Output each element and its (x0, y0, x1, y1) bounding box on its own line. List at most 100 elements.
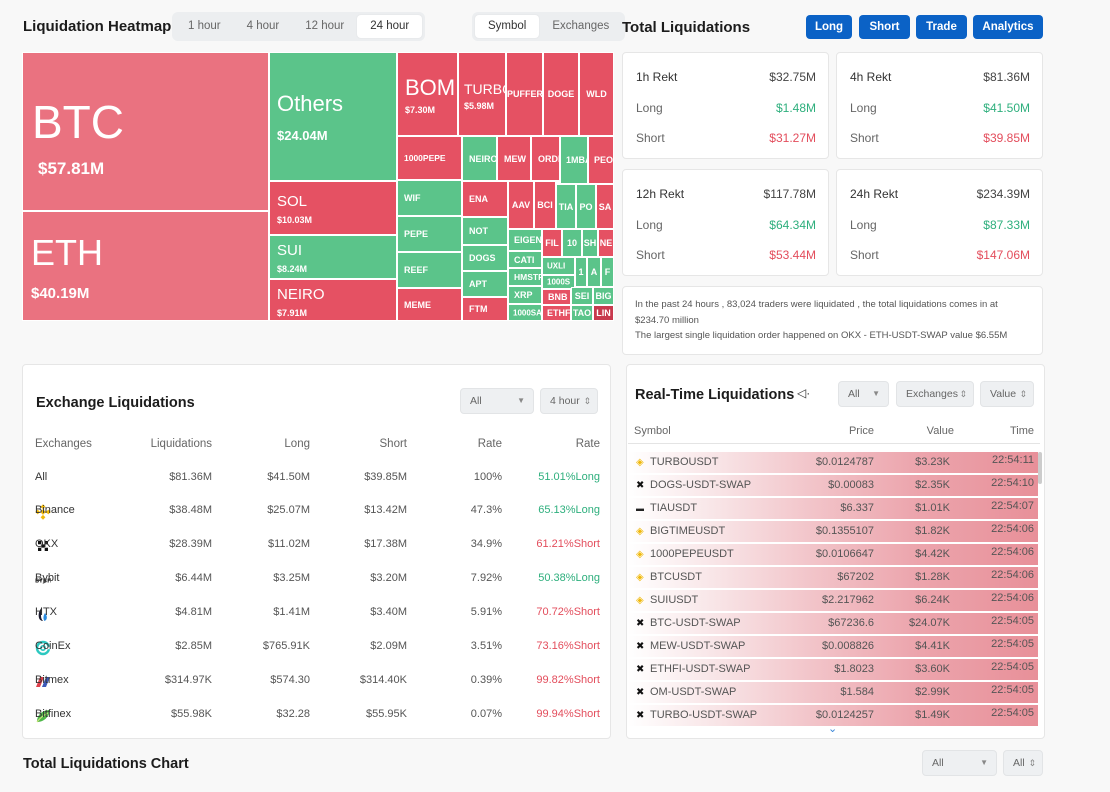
heatmap-cell-link[interactable]: LIN (593, 305, 614, 321)
heatmap-cell-tao[interactable]: TAO (571, 305, 593, 321)
realtime-row[interactable]: ✖ ETHFI-USDT-SWAP $1.8023 $3.60K 22:54:0… (628, 659, 1038, 681)
heatmap-cell-ftm[interactable]: FTM (462, 297, 508, 321)
tab-exchanges[interactable]: Exchanges (539, 15, 622, 38)
heatmap-cell-ordi[interactable]: ORDI (531, 136, 560, 181)
realtime-row[interactable]: ▬ TIAUSDT $6.337 $1.01K 22:54:07 (628, 498, 1038, 520)
heatmap-cell-f[interactable]: F (601, 257, 614, 287)
tab-4-hour[interactable]: 4 hour (234, 15, 293, 38)
exchange-row-binance[interactable]: Binance $38.48M $25.07M $13.42M 47.3% 65… (35, 504, 600, 524)
heatmap-cell-apt[interactable]: APT (462, 271, 508, 297)
analytics-button[interactable]: Analytics (973, 15, 1043, 39)
exchange-filter-select[interactable]: All ▼ (460, 388, 534, 414)
heatmap-cell-shib[interactable]: SH (582, 229, 598, 257)
heatmap-cell-near[interactable]: NE (598, 229, 614, 257)
heatmap-cell-1mba[interactable]: 1MBA (560, 136, 588, 184)
heatmap-cell-reef[interactable]: REEF (397, 252, 462, 288)
heatmap-cell-meme[interactable]: MEME (397, 288, 462, 321)
heatmap-cell-1000pepe[interactable]: 1000PEPE (397, 136, 462, 180)
heatmap-cell-hmstr[interactable]: HMSTR (508, 268, 542, 286)
realtime-row[interactable]: ✖ BTC-USDT-SWAP $67236.6 $24.07K 22:54:0… (628, 613, 1038, 635)
heatmap-cell-not[interactable]: NOT (462, 217, 508, 245)
col-liquidations[interactable]: Liquidations (151, 438, 212, 450)
heatmap-cell-1000sats[interactable]: 1000SA (508, 304, 542, 321)
realtime-row[interactable]: ◈ TURBOUSDT $0.0124787 $3.23K 22:54:11 (628, 452, 1038, 474)
tab-24-hour[interactable]: 24 hour (357, 15, 423, 38)
tab-12-hour[interactable]: 12 hour (292, 15, 357, 38)
heatmap-cell-ethfi[interactable]: ETHF (542, 305, 571, 321)
heatmap-cell-fil[interactable]: FIL (542, 229, 562, 257)
realtime-row[interactable]: ◈ 1000PEPEUSDT $0.0106647 $4.42K 22:54:0… (628, 544, 1038, 566)
tab-1-hour[interactable]: 1 hour (175, 15, 234, 38)
trade-button[interactable]: Trade (916, 15, 967, 39)
long-button[interactable]: Long (806, 15, 852, 39)
row-price: $0.0124787 (815, 456, 874, 468)
heatmap-cell-cati[interactable]: CATI (508, 251, 542, 268)
heatmap-cell-eth[interactable]: ETH $40.19M (22, 211, 269, 321)
heatmap-cell-1[interactable]: 1 (575, 257, 587, 287)
realtime-row[interactable]: ✖ OM-USDT-SWAP $1.584 $2.99K 22:54:05 (628, 682, 1038, 704)
heatmap-cell-sui[interactable]: SUI $8.24M (269, 235, 397, 279)
exchange-row-htx[interactable]: HTX $4.81M $1.41M $3.40M 5.91% 70.72%Sho… (35, 606, 600, 626)
exchange-row-coinex[interactable]: CoinEx $2.85M $765.91K $2.09M 3.51% 73.1… (35, 640, 600, 660)
realtime-scrollbar[interactable] (1038, 452, 1042, 484)
short-button[interactable]: Short (859, 15, 910, 39)
heatmap-cell-bch[interactable]: BCI (534, 181, 556, 229)
realtime-row[interactable]: ✖ MEW-USDT-SWAP $0.008826 $4.41K 22:54:0… (628, 636, 1038, 658)
col-exchanges[interactable]: Exchanges (35, 438, 92, 450)
realtime-row[interactable]: ✖ DOGS-USDT-SWAP $0.00083 $2.35K 22:54:1… (628, 475, 1038, 497)
rekt-total-row: 24h Rekt $234.39M (850, 187, 1030, 201)
realtime-value-select[interactable]: Value ⇕ (980, 381, 1034, 407)
heatmap-cell-uxlink[interactable]: UXLI (542, 257, 575, 275)
heatmap-cell-sol[interactable]: SOL $10.03M (269, 181, 397, 235)
heatmap-cell-eigen[interactable]: EIGEN (508, 229, 542, 251)
heatmap-cell-btc[interactable]: BTC $57.81M (22, 52, 269, 211)
heatmap-cell-aave[interactable]: AAV (508, 181, 534, 229)
heatmap-cell-doge[interactable]: DOGE (543, 52, 579, 136)
heatmap-cell-pol[interactable]: PO (576, 184, 596, 229)
heatmap-cell-tia[interactable]: TIA (556, 184, 576, 229)
heatmap-cell-others[interactable]: Others $24.04M (269, 52, 397, 181)
exchange-row-okx[interactable]: OKX $28.39M $11.02M $17.38M 34.9% 61.21%… (35, 538, 600, 558)
heatmap-cell-ena[interactable]: ENA (462, 181, 508, 217)
exchange-period-select[interactable]: 4 hour ⇕ (540, 388, 598, 414)
realtime-row[interactable]: ◈ SUIUSDT $2.217962 $6.24K 22:54:06 (628, 590, 1038, 612)
heatmap-cell-xrp[interactable]: XRP (508, 286, 542, 304)
chart-filter-select[interactable]: All ▼ (922, 750, 997, 776)
realtime-exchange-select[interactable]: Exchanges ⇕ (896, 381, 974, 407)
col-rate[interactable]: Rate (478, 438, 502, 450)
exchange-row-bybit[interactable]: BYBIT Bybit $6.44M $3.25M $3.20M 7.92% 5… (35, 572, 600, 592)
col-side-rate[interactable]: Rate (576, 438, 600, 450)
heatmap-cell-dogs[interactable]: DOGS (462, 245, 508, 271)
sound-toggle-icon[interactable]: ◁· (797, 386, 810, 400)
heatmap-cell-wif[interactable]: WIF (397, 180, 462, 216)
tab-symbol[interactable]: Symbol (475, 15, 540, 38)
heatmap-cell-neiro-small[interactable]: NEIRO (462, 136, 497, 181)
heatmap-cell-a[interactable]: A (587, 257, 601, 287)
chart-second-select[interactable]: All ⇕ (1003, 750, 1043, 776)
heatmap-cell-bnb[interactable]: BNB (542, 289, 571, 305)
heatmap-cell-pepe[interactable]: PEPE (397, 216, 462, 252)
exchange-row-all[interactable]: All $81.36M $41.50M $39.85M 100% 51.01%L… (35, 471, 600, 491)
cell-symbol: SOL (277, 193, 308, 210)
heatmap-cell-mew[interactable]: MEW (497, 136, 531, 181)
liq-value: $314.97K (164, 674, 212, 686)
exchange-row-bitfinex[interactable]: Bitfinex $55.98K $32.28 $55.95K 0.07% 99… (35, 708, 600, 728)
heatmap-cell-sand[interactable]: SA (596, 184, 614, 229)
realtime-row[interactable]: ◈ BIGTIMEUSDT $0.1355107 $1.82K 22:54:06 (628, 521, 1038, 543)
heatmap-cell-10[interactable]: 10 (562, 229, 582, 257)
heatmap-cell-bigtime[interactable]: BIG (593, 287, 614, 305)
heatmap-cell-bomi[interactable]: BOMI $7.30M (397, 52, 458, 136)
heatmap-cell-turbo[interactable]: TURBO $5.98M (458, 52, 506, 136)
heatmap-cell-peop[interactable]: PEOP (588, 136, 614, 184)
realtime-side-select[interactable]: All ▼ (838, 381, 889, 407)
heatmap-cell-puffer[interactable]: PUFFER (506, 52, 543, 136)
exchange-row-bitmex[interactable]: Bitmex $314.97K $574.30 $314.40K 0.39% 9… (35, 674, 600, 694)
col-short[interactable]: Short (380, 438, 408, 450)
col-long[interactable]: Long (284, 438, 310, 450)
heatmap-cell-sei[interactable]: SEI (571, 287, 593, 305)
realtime-row[interactable]: ◈ BTCUSDT $67202 $1.28K 22:54:06 (628, 567, 1038, 589)
heatmap-cell-wld[interactable]: WLD (579, 52, 614, 136)
select-value: 4 hour (550, 395, 580, 407)
load-more-chevron-down-icon[interactable]: ⌄ (828, 722, 837, 735)
heatmap-cell-neiro[interactable]: NEIRO $7.91M (269, 279, 397, 321)
